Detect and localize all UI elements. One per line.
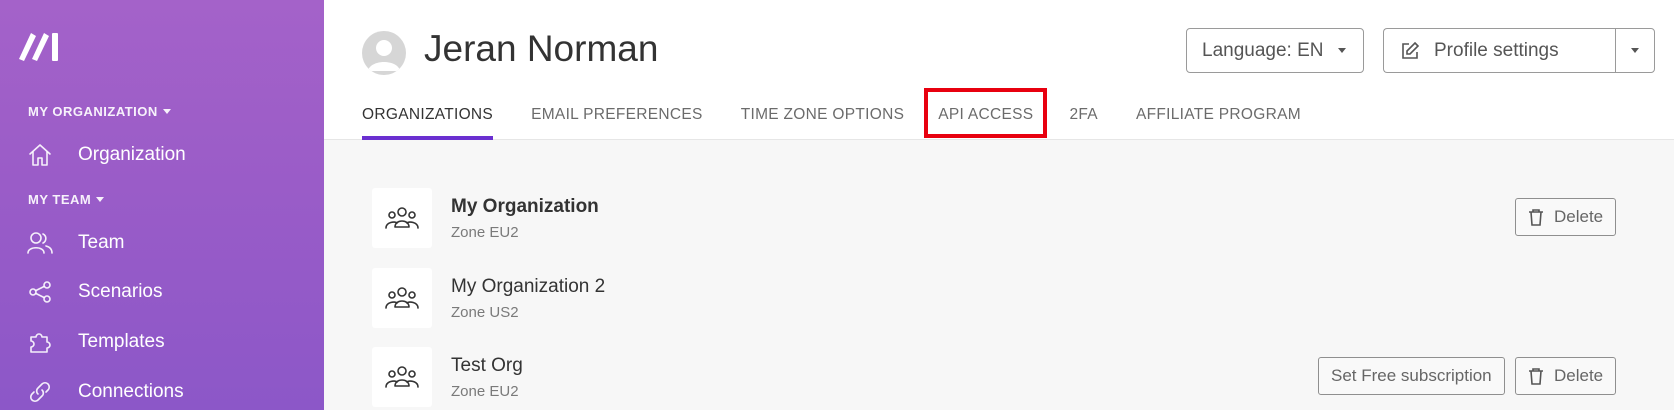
- organization-zone: Zone US2: [451, 304, 519, 321]
- link-icon: [26, 378, 54, 406]
- profile-settings-dropdown-button[interactable]: [1615, 28, 1655, 73]
- delete-label: Delete: [1554, 366, 1604, 385]
- delete-label: Delete: [1554, 207, 1604, 226]
- make-logo-icon[interactable]: [19, 29, 63, 61]
- organization-zone: Zone EU2: [451, 224, 519, 241]
- home-icon: [26, 141, 54, 169]
- page-title: Jeran Norman: [424, 28, 659, 69]
- tab-api-access[interactable]: API ACCESS: [924, 88, 1048, 138]
- tab-organizations[interactable]: ORGANIZATIONS: [362, 104, 494, 140]
- avatar: [362, 31, 406, 75]
- sidebar-item-label: Scenarios: [78, 281, 163, 302]
- trash-icon: [1529, 368, 1543, 385]
- caret-down-icon: [162, 109, 171, 114]
- puzzle-icon: [26, 328, 54, 356]
- my-organization-label: MY ORGANIZATION: [28, 104, 158, 119]
- org-users-icon: [372, 347, 432, 407]
- my-team-label: MY TEAM: [28, 192, 92, 207]
- edit-icon: [1402, 41, 1420, 59]
- sidebar-item-organization[interactable]: Organization: [26, 137, 186, 173]
- profile-settings-label: Profile settings: [1434, 39, 1559, 61]
- tab-time-zone-options[interactable]: TIME ZONE OPTIONS: [741, 104, 905, 140]
- org-users-icon: [372, 268, 432, 328]
- tab-email-preferences[interactable]: EMAIL PREFERENCES: [531, 104, 703, 140]
- tab-2fa[interactable]: 2FA: [1069, 104, 1097, 140]
- organization-name[interactable]: My Organization: [451, 196, 599, 218]
- org-users-icon: [372, 188, 432, 248]
- trash-icon: [1529, 209, 1543, 226]
- user-avatar-icon: [368, 40, 400, 71]
- set-free-subscription-button[interactable]: Set Free subscription: [1318, 357, 1505, 395]
- organization-row: My Organization Zone EU2 Delete: [372, 188, 1617, 248]
- sidebar-item-scenarios[interactable]: Scenarios: [26, 274, 163, 310]
- my-team-section[interactable]: MY TEAM: [28, 192, 105, 207]
- delete-button[interactable]: Delete: [1515, 198, 1617, 236]
- organization-row: My Organization 2 Zone US2: [372, 268, 1617, 328]
- users-icon: [26, 229, 54, 257]
- organization-zone: Zone EU2: [451, 383, 519, 400]
- sidebar: MY ORGANIZATION Organization MY TEAM Tea…: [0, 0, 324, 410]
- sidebar-item-connections[interactable]: Connections: [26, 374, 184, 410]
- caret-down-icon: [96, 197, 105, 202]
- delete-button[interactable]: Delete: [1515, 357, 1617, 395]
- profile-header: Jeran Norman Language: EN Profile settin…: [324, 0, 1674, 140]
- tab-bar: ORGANIZATIONS EMAIL PREFERENCES TIME ZON…: [362, 88, 1301, 140]
- caret-down-icon: [1337, 48, 1346, 53]
- organization-name[interactable]: My Organization 2: [451, 276, 605, 298]
- sidebar-item-label: Organization: [78, 144, 186, 165]
- sidebar-item-templates[interactable]: Templates: [26, 324, 165, 360]
- profile-settings-button[interactable]: Profile settings: [1383, 28, 1616, 73]
- language-button[interactable]: Language: EN: [1186, 28, 1364, 73]
- sidebar-item-team[interactable]: Team: [26, 225, 124, 261]
- language-button-label: Language: EN: [1202, 39, 1324, 61]
- sidebar-item-label: Templates: [78, 331, 165, 352]
- my-organization-section[interactable]: MY ORGANIZATION: [28, 104, 171, 119]
- sidebar-item-label: Team: [78, 232, 125, 253]
- caret-down-icon: [1631, 48, 1639, 53]
- tab-affiliate-program[interactable]: AFFILIATE PROGRAM: [1136, 104, 1301, 140]
- organization-name[interactable]: Test Org: [451, 355, 523, 377]
- sidebar-item-label: Connections: [78, 381, 184, 402]
- share-nodes-icon: [26, 278, 54, 306]
- organization-row: Test Org Zone EU2 Set Free subscription …: [372, 347, 1617, 407]
- set-free-subscription-label: Set Free subscription: [1331, 366, 1492, 385]
